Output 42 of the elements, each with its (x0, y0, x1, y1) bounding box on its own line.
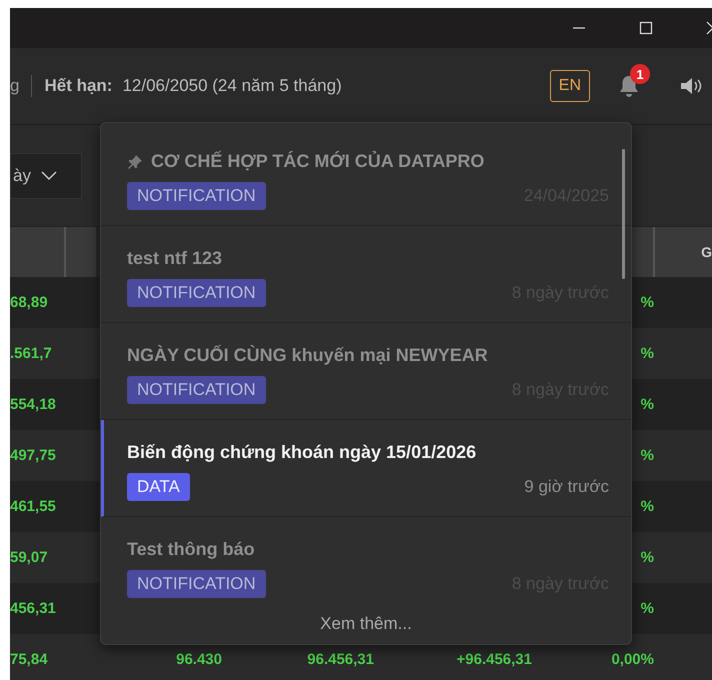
header-text: g (10, 76, 20, 96)
expiry-date: 12/06/2050 (24 năm 5 tháng) (122, 76, 342, 96)
table-cell-text: 96.456,31 (306, 651, 374, 668)
table-cell: 68,89 (10, 294, 48, 311)
notification-badge: 1 (630, 64, 650, 84)
language-button[interactable]: EN (550, 70, 590, 102)
notification-tag: NOTIFICATION (127, 376, 266, 404)
table-cell: 461,55 (10, 498, 56, 515)
notification-title: CƠ CHẾ HỢP TÁC MỚI CỦA DATAPRO (151, 151, 484, 172)
table-cell-text: % (640, 498, 654, 515)
period-select[interactable]: ày (10, 152, 82, 198)
table-cell: 59,07 (10, 549, 48, 566)
table-cell-text: % (640, 345, 654, 362)
column-header: G (655, 227, 712, 277)
see-more-link[interactable]: Xem thêm... (320, 614, 412, 634)
table-cell-text: % (640, 549, 654, 566)
expiry-label: Hết hạn: (44, 76, 112, 96)
table-cell: 554,18 (10, 396, 56, 413)
table-cell-text: 0,00% (610, 651, 654, 668)
table-cell-text: +96.456,31 (456, 651, 532, 668)
scrollbar[interactable] (622, 149, 625, 279)
table-cell: 456,31 (10, 600, 56, 617)
notification-title: Test thông báo (127, 539, 255, 560)
notification-title: test ntf 123 (127, 248, 222, 269)
maximize-icon[interactable] (639, 21, 653, 35)
notification-item[interactable]: Biến động chứng khoán ngày 15/01/2026 DATA 9 giờ trước (101, 420, 631, 517)
notification-tag: NOTIFICATION (127, 279, 266, 307)
table-cell-text: % (640, 294, 654, 311)
notification-tag: NOTIFICATION (127, 570, 266, 598)
notification-time: 9 giờ trước (524, 477, 609, 497)
table-cell: .561,7 (10, 345, 52, 362)
notification-title: NGÀY CUỐI CÙNG khuyến mại NEWYEAR (127, 345, 488, 366)
notification-title: Biến động chứng khoán ngày 15/01/2026 (127, 442, 476, 463)
table-cell-text: % (640, 447, 654, 464)
notification-tag: DATA (127, 473, 190, 501)
table-cell: 497,75 (10, 447, 56, 464)
table-cell: 75,84 (10, 651, 48, 668)
chevron-down-icon (40, 170, 57, 180)
table-cell-text: % (640, 600, 654, 617)
notification-tag: NOTIFICATION (127, 182, 266, 210)
table-cell-text: 96.430 (175, 651, 222, 668)
table-cell-text: % (640, 396, 654, 413)
